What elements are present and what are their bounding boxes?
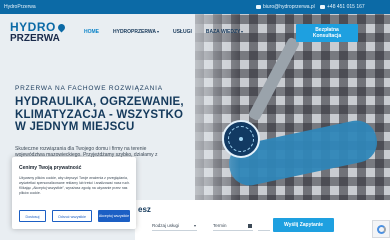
phone-icon xyxy=(320,5,325,9)
nav-hydroprzerwa[interactable]: HYDROPRZERWA xyxy=(113,29,159,35)
date-field[interactable]: Termin xyxy=(213,222,253,231)
top-contact-bar: HydroPrzerwa biuro@hydroprzerwa.pl +48 4… xyxy=(0,0,390,14)
chevron-down-icon xyxy=(156,30,159,33)
chevron-down-icon xyxy=(241,30,244,33)
hero-headline: HYDRAULIKA, OGRZEWANIE, KLIMATYZACJA - W… xyxy=(15,96,184,133)
logo-line2: PRZERWA xyxy=(10,33,60,44)
topbar-phone[interactable]: +48 451 015 167 xyxy=(320,4,365,10)
nav-home[interactable]: HOME xyxy=(84,29,99,35)
cookie-text: Używamy plików cookie, aby ulepszyć Twoj… xyxy=(19,176,131,195)
hero-tagline: PRZERWA NA FACHOWE ROZWIĄZANIA xyxy=(15,85,163,92)
certificate-badge-icon xyxy=(222,120,260,158)
logo-drop-icon xyxy=(56,22,67,32)
cookie-accept-all-button[interactable]: Akceptuj wszystkie xyxy=(98,210,130,222)
topbar-brand: HydroPrzerwa xyxy=(4,4,36,10)
send-inquiry-button[interactable]: Wyślij Zapytanie xyxy=(273,218,334,232)
booking-form-title: esz xyxy=(138,205,151,214)
topbar-phone-text[interactable]: +48 451 015 167 xyxy=(327,4,365,10)
booking-form: esz Rodzaj usługi Termin Wyślij Zapytani… xyxy=(135,200,390,240)
main-nav: HOME HYDROPRZERWA USŁUGI BAZA WIEDZY xyxy=(84,29,257,35)
topbar-email[interactable]: biuro@hydroprzerwa.pl xyxy=(256,4,315,10)
topbar-email-text[interactable]: biuro@hydroprzerwa.pl xyxy=(263,4,315,10)
cookie-customize-button[interactable]: Dostosuj xyxy=(19,210,46,222)
calendar-icon xyxy=(248,224,252,228)
recaptcha-icon[interactable] xyxy=(372,220,390,238)
envelope-icon xyxy=(256,5,261,9)
cookie-title: Cenimy Twoją prywatność xyxy=(19,165,82,171)
cookie-consent-dialog: Cenimy Twoją prywatność Używamy plików c… xyxy=(12,157,136,229)
site-logo[interactable]: HYDRO PRZERWA xyxy=(10,20,70,44)
nav-uslugi[interactable]: USŁUGI xyxy=(173,29,192,35)
chevron-down-icon xyxy=(194,225,196,227)
nav-baza-wiedzy[interactable]: BAZA WIEDZY xyxy=(206,29,244,35)
cookie-reject-all-button[interactable]: Odrzuć wszystkie xyxy=(52,210,92,222)
email-field[interactable] xyxy=(258,222,270,231)
service-select[interactable]: Rodzaj usługi xyxy=(152,222,197,231)
free-consultation-button[interactable]: Bezpłatna Konsultacja xyxy=(296,24,358,42)
logo-line1: HYDRO xyxy=(10,20,56,34)
